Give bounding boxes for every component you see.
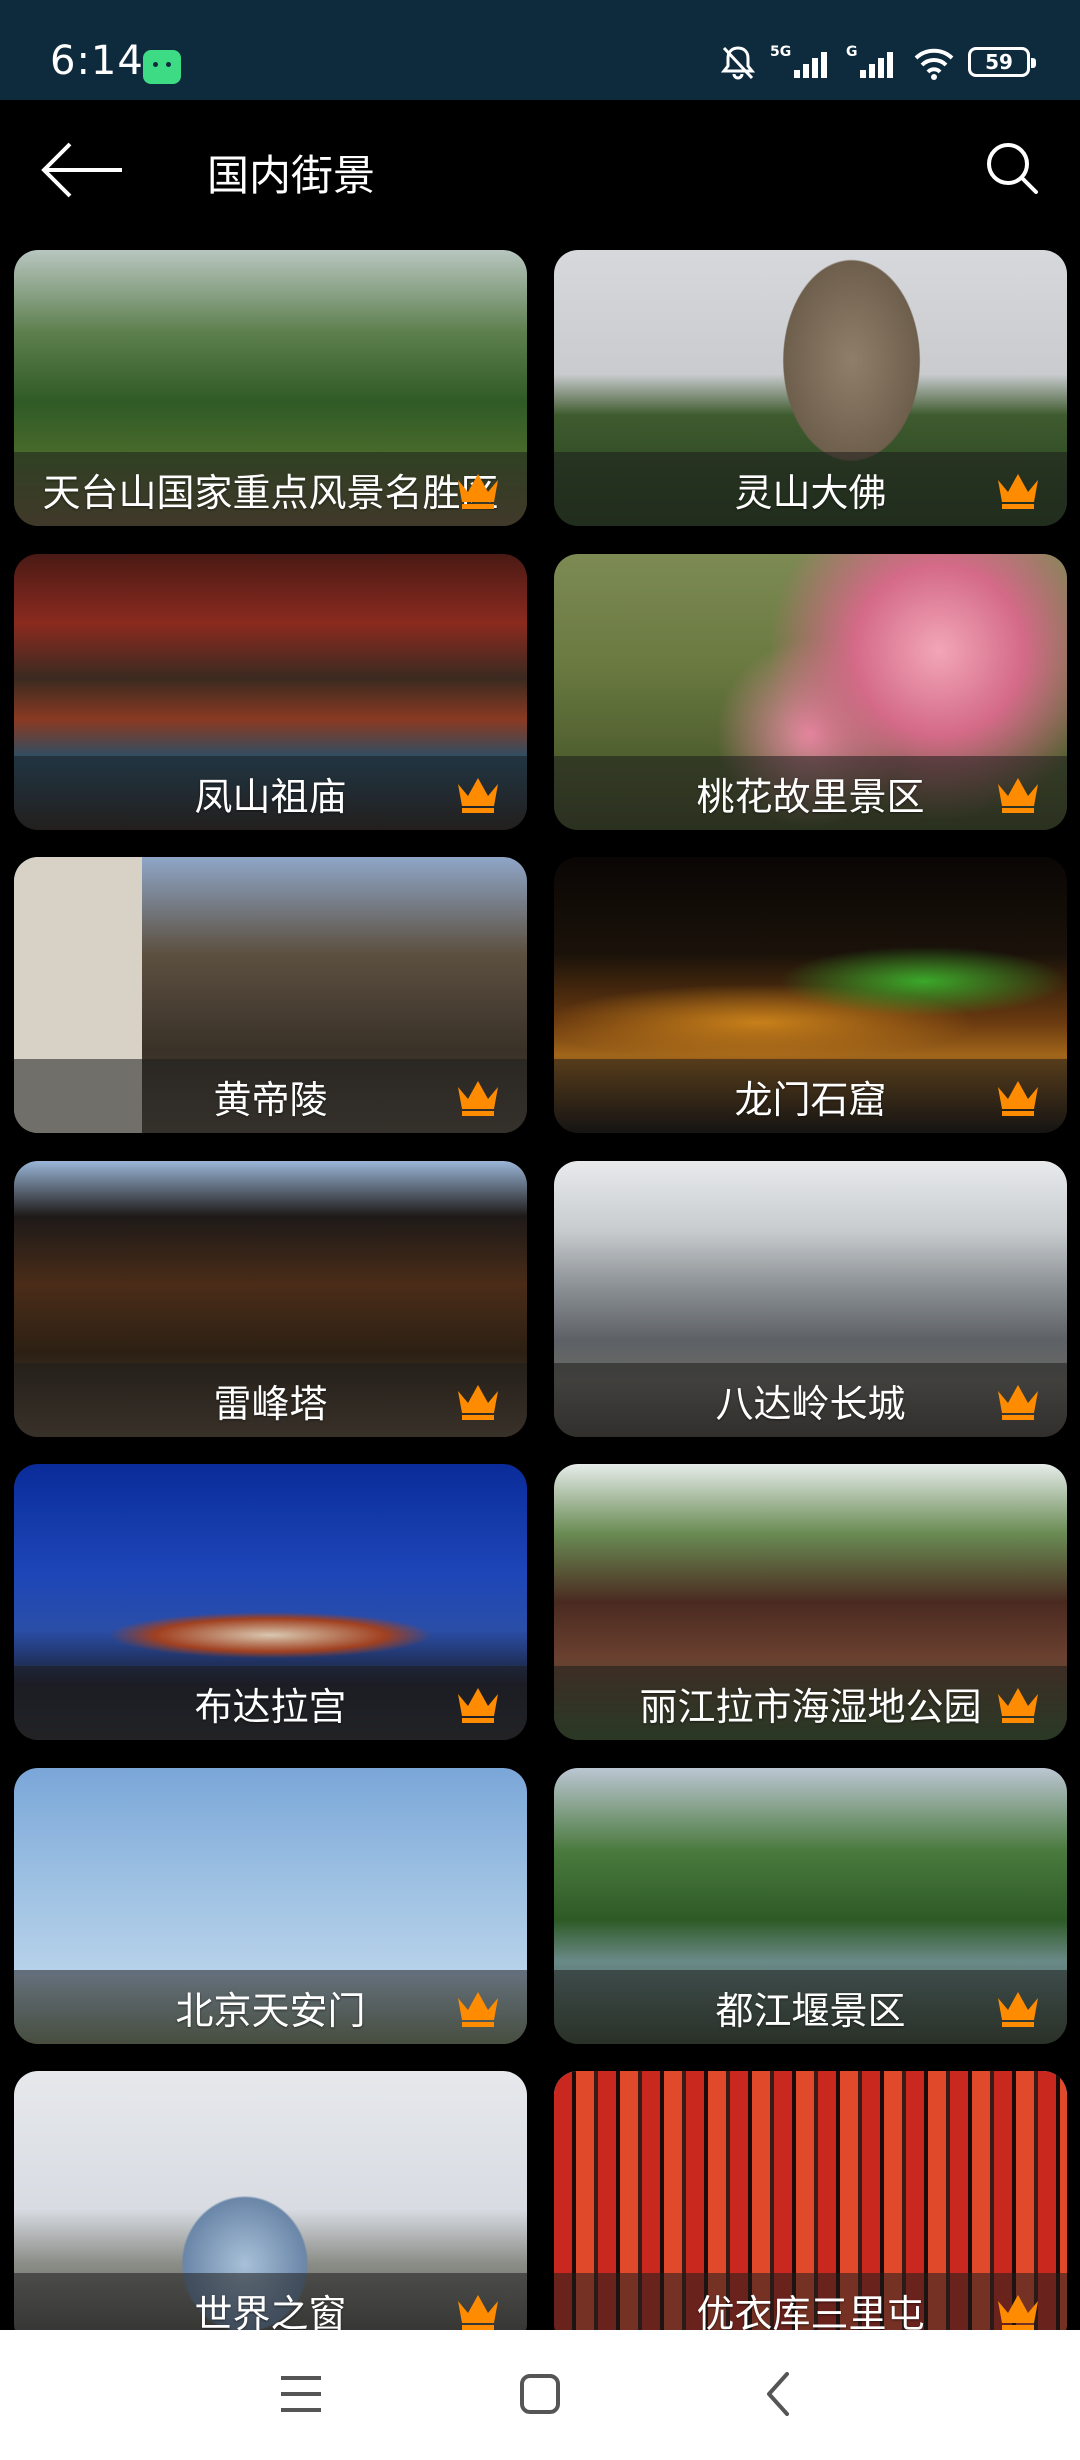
crown-icon — [995, 774, 1041, 814]
place-name: 八达岭长城 — [715, 1381, 906, 1426]
search-button[interactable] — [982, 138, 1042, 198]
place-name: 龙门石窟 — [734, 1077, 887, 1122]
place-card[interactable]: 凤山祖庙 — [14, 554, 527, 830]
crown-icon — [455, 1381, 501, 1421]
menu-icon — [281, 2376, 321, 2412]
place-caption: 桃花故里景区 — [554, 756, 1067, 830]
crown-icon — [455, 2291, 501, 2331]
system-nav-bar — [0, 2330, 1080, 2460]
place-caption: 天台山国家重点风景名胜区 — [14, 452, 527, 526]
crown-icon — [455, 1684, 501, 1724]
nav-back-button[interactable] — [749, 2364, 809, 2424]
crown-icon — [995, 1684, 1041, 1724]
crown-icon — [995, 1077, 1041, 1117]
place-caption: 龙门石窟 — [554, 1059, 1067, 1133]
place-caption: 北京天安门 — [14, 1970, 527, 2044]
place-name: 北京天安门 — [175, 1988, 366, 2033]
place-card[interactable]: 布达拉宫 — [14, 1464, 527, 1740]
place-caption: 黄帝陵 — [14, 1059, 527, 1133]
svg-text:G: G — [846, 44, 858, 60]
place-name: 布达拉宫 — [194, 1684, 347, 1729]
place-card[interactable]: 八达岭长城 — [554, 1161, 1067, 1437]
place-name: 凤山祖庙 — [194, 774, 347, 819]
place-caption: 雷峰塔 — [14, 1363, 527, 1437]
place-caption: 凤山祖庙 — [14, 756, 527, 830]
crown-icon — [455, 1988, 501, 2028]
place-card[interactable]: 优衣库三里屯 — [554, 2071, 1067, 2347]
place-card[interactable]: 天台山国家重点风景名胜区 — [14, 250, 527, 526]
place-card[interactable]: 雷峰塔 — [14, 1161, 527, 1437]
signal-g-icon: G — [846, 42, 900, 82]
battery-icon: 59 — [968, 47, 1036, 77]
place-card[interactable]: 龙门石窟 — [554, 857, 1067, 1133]
place-card[interactable]: 丽江拉市海湿地公园 — [554, 1464, 1067, 1740]
svg-text:5G: 5G — [770, 44, 791, 60]
place-card[interactable]: 都江堰景区 — [554, 1768, 1067, 2044]
place-card[interactable]: 黄帝陵 — [14, 857, 527, 1133]
wifi-icon — [912, 42, 956, 82]
page-title: 国内街景 — [207, 151, 376, 200]
place-card[interactable]: 世界之窗 — [14, 2071, 527, 2347]
back-button[interactable] — [38, 130, 128, 210]
place-caption: 丽江拉市海湿地公园 — [554, 1666, 1067, 1740]
place-caption: 八达岭长城 — [554, 1363, 1067, 1437]
app-bar: 国内街景 — [0, 100, 1080, 240]
home-button[interactable] — [510, 2364, 570, 2424]
arrow-left-icon — [41, 142, 122, 198]
menu-button[interactable] — [271, 2364, 331, 2424]
place-card[interactable]: 桃花故里景区 — [554, 554, 1067, 830]
status-bar: 6:14 5G G 59 — [0, 0, 1080, 100]
crown-icon — [455, 774, 501, 814]
status-icons: 5G G 59 — [718, 42, 1036, 82]
crown-icon — [995, 1381, 1041, 1421]
place-name: 桃花故里景区 — [696, 774, 925, 819]
place-caption: 布达拉宫 — [14, 1666, 527, 1740]
crown-icon — [995, 1988, 1041, 2028]
crown-icon — [995, 2291, 1041, 2331]
place-name: 天台山国家重点风景名胜区 — [42, 470, 499, 515]
place-name: 黄帝陵 — [213, 1077, 328, 1122]
bell-muted-icon — [718, 42, 758, 82]
crown-icon — [455, 470, 501, 510]
place-name: 都江堰景区 — [715, 1988, 906, 2033]
crown-icon — [995, 470, 1041, 510]
crown-icon — [455, 1077, 501, 1117]
place-caption: 灵山大佛 — [554, 452, 1067, 526]
place-card[interactable]: 灵山大佛 — [554, 250, 1067, 526]
place-name: 雷峰塔 — [213, 1381, 328, 1426]
search-icon — [987, 143, 1038, 194]
place-card[interactable]: 北京天安门 — [14, 1768, 527, 2044]
place-name: 丽江拉市海湿地公园 — [639, 1684, 982, 1729]
status-time: 6:14 — [50, 38, 144, 84]
place-caption: 都江堰景区 — [554, 1970, 1067, 2044]
back-icon — [767, 2372, 789, 2416]
signal-5g-icon: 5G — [770, 42, 834, 82]
place-name: 灵山大佛 — [734, 470, 887, 515]
home-icon — [520, 2374, 560, 2414]
android-notification-icon — [143, 50, 181, 84]
